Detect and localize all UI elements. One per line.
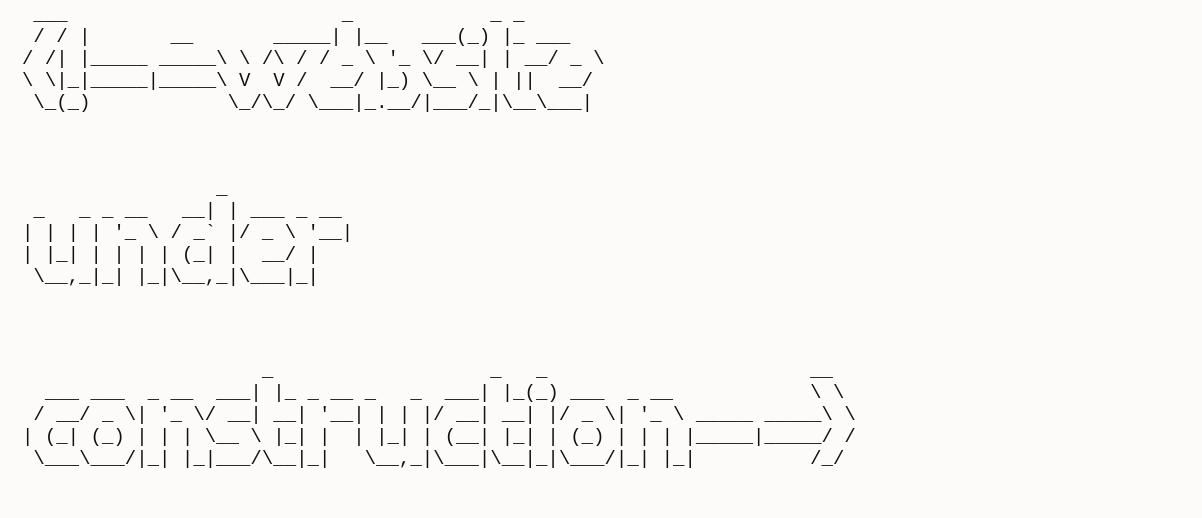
ascii-banner-page: ___ _ _ _ / / | __ _____| |__ ___(_) |_ …	[0, 0, 1202, 518]
construction-ascii-art: _ _ _ __ ___ ___ _ __ ___| |_ _ __ _ _ _…	[22, 360, 856, 470]
website-ascii-art: ___ _ _ _ / / | __ _____| |__ ___(_) |_ …	[22, 4, 605, 114]
under-ascii-art: _ _ _ _ __ __| | ___ _ __ | | | | '_ \ /…	[22, 178, 354, 288]
